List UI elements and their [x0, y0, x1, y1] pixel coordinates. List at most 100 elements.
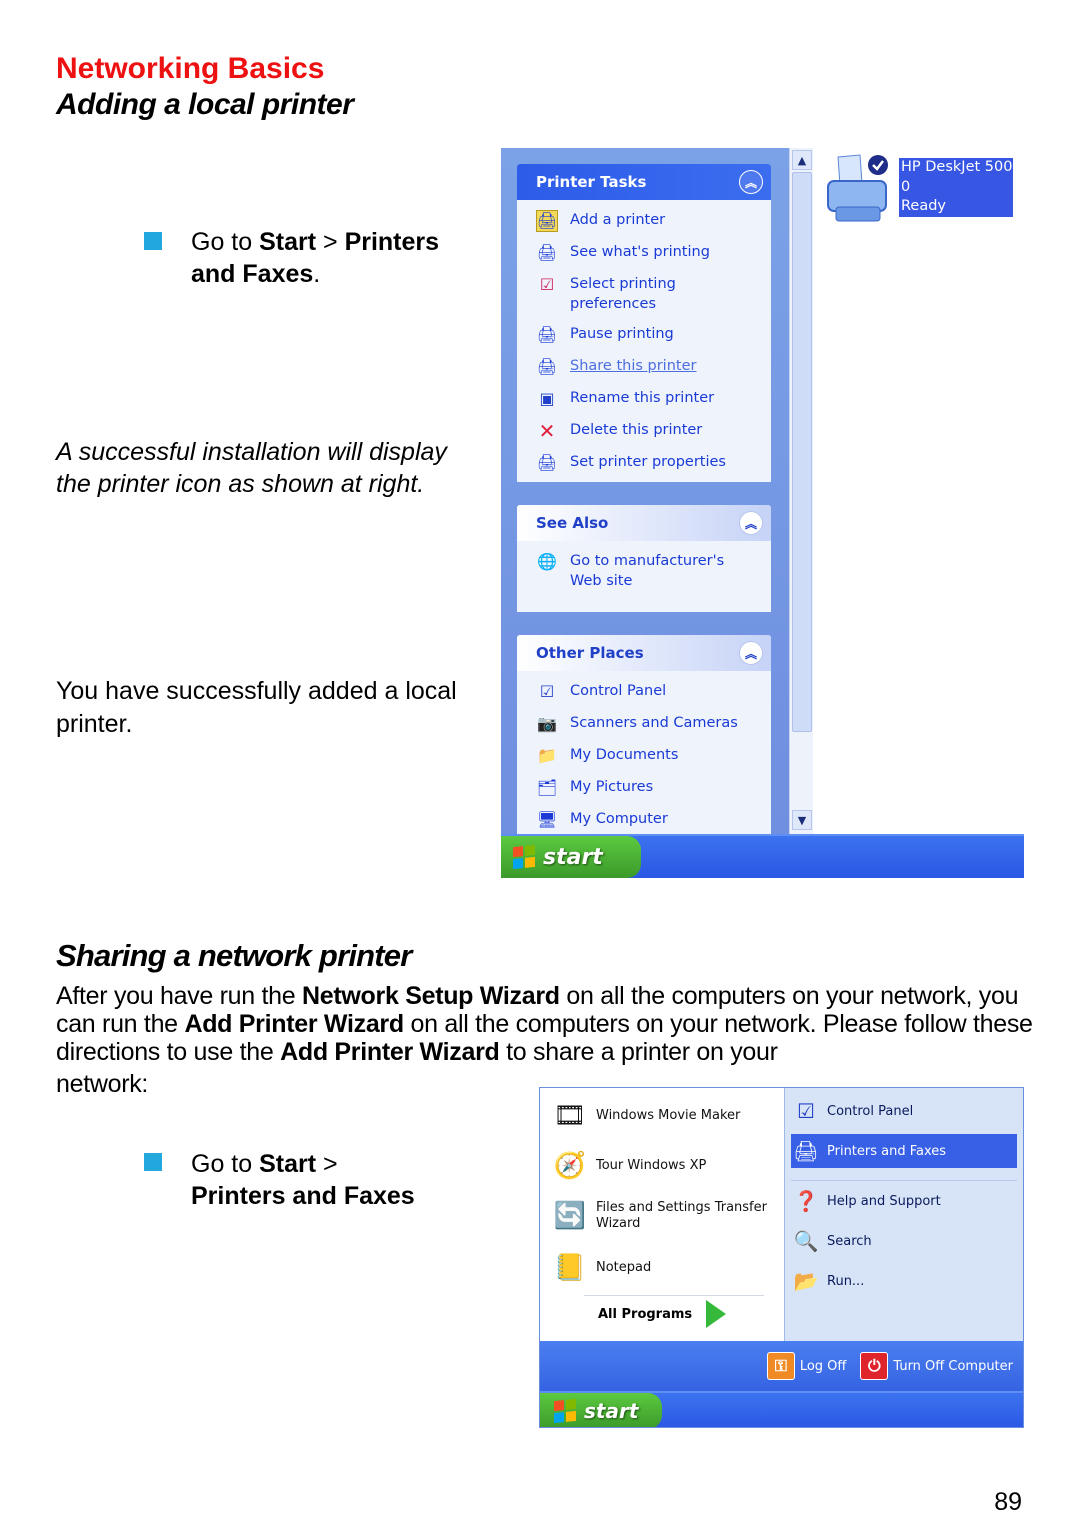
globe-icon: 🌐	[537, 552, 557, 571]
program-tour-xp[interactable]: 🧭 Tour Windows XP	[550, 1146, 707, 1186]
turn-off-button[interactable]: ⏻ Turn Off Computer	[860, 1352, 1013, 1380]
windows-logo-icon	[554, 1398, 576, 1424]
place-scanners-cameras[interactable]: 📷 Scanners and Cameras	[536, 713, 771, 735]
task-label: Pause printing	[570, 326, 674, 342]
task-manufacturer-site[interactable]: 🌐 Go to manufacturer's Web site	[536, 551, 771, 591]
printer-item[interactable]	[826, 153, 896, 231]
step-target-cont: and Faxes	[191, 260, 314, 288]
printer-name: HP DeskJet 500	[901, 159, 1013, 175]
page-number: 89	[994, 1488, 1022, 1516]
task-share-printer[interactable]: 🖨 Share this printer	[536, 356, 771, 378]
menu-label: Control Panel	[827, 1103, 914, 1119]
printers-faxes-screenshot: Printer Tasks ︽ 🖨 Add a printer 🖨 See what…	[501, 148, 1024, 878]
start-label: start	[543, 844, 603, 870]
panel-title: Other Places	[536, 644, 644, 662]
task-label: Select printing preferences	[570, 276, 676, 312]
program-label: Notepad	[596, 1260, 652, 1275]
task-label: Go to manufacturer's Web site	[570, 553, 725, 589]
step-sep: >	[316, 228, 345, 256]
step-instruction: Go to Start > Printers and Faxes.	[191, 226, 481, 290]
section2-paragraph: After you have run the Network Setup Wiz…	[56, 982, 1036, 1098]
printer-tasks-header[interactable]: Printer Tasks ︽	[517, 164, 771, 200]
start-menu-programs: 🎞 Windows Movie Maker 🧭 Tour Windows XP 🔄 F…	[540, 1088, 784, 1341]
collapse-icon[interactable]: ︽	[739, 641, 763, 665]
scroll-thumb[interactable]	[792, 172, 812, 732]
properties-icon: 🖨	[536, 453, 558, 472]
printer-icon: 🖨	[793, 1139, 819, 1163]
section2-title: Sharing a network printer	[56, 938, 412, 973]
transfer-wizard-icon: 🔄	[553, 1201, 587, 1231]
control-panel-icon: ☑	[539, 682, 555, 701]
task-add-printer[interactable]: 🖨 Add a printer	[536, 210, 771, 232]
search-icon: 🔍	[793, 1229, 819, 1253]
all-programs-label: All Programs	[598, 1306, 693, 1322]
program-label: Files and Settings Transfer Wizard	[596, 1200, 767, 1231]
place-label: Scanners and Cameras	[570, 715, 738, 731]
place-my-pictures[interactable]: 🗂 My Pictures	[536, 777, 771, 799]
bullet-square	[144, 232, 162, 250]
key-icon: ⚿	[766, 1352, 795, 1380]
success-message: You have successfully added a local prin…	[56, 677, 457, 738]
windows-logo-icon	[513, 844, 535, 870]
program-label: Windows Movie Maker	[596, 1108, 741, 1123]
menu-label: Search	[827, 1233, 872, 1249]
task-label: Add a printer	[570, 212, 666, 228]
subsection-title: Adding a local printer	[56, 88, 354, 121]
start-button[interactable]: start	[501, 836, 641, 878]
start-menu-screenshot: 🎞 Windows Movie Maker 🧭 Tour Windows XP 🔄 F…	[539, 1087, 1024, 1428]
help-icon: ❓	[793, 1189, 819, 1213]
program-transfer-wizard[interactable]: 🔄 Files and Settings Transfer Wizard	[550, 1196, 780, 1236]
collapse-icon[interactable]: ︽	[739, 511, 763, 535]
computer-icon: 🖥	[536, 810, 558, 829]
menu-run[interactable]: 📂 Run...	[791, 1264, 1017, 1298]
task-delete-printer[interactable]: ✕ Delete this printer	[536, 420, 771, 442]
folder-icon: 📁	[537, 746, 557, 765]
task-printing-preferences[interactable]: ☑ Select printing preferences	[536, 274, 771, 314]
program-movie-maker[interactable]: 🎞 Windows Movie Maker	[550, 1096, 740, 1136]
place-control-panel[interactable]: ☑ Control Panel	[536, 681, 771, 703]
print-queue-icon: 🖨	[536, 243, 558, 262]
task-label: Set printer properties	[570, 454, 726, 470]
step-start: Start	[259, 228, 317, 256]
start-button[interactable]: start	[540, 1393, 662, 1427]
menu-help-support[interactable]: ❓ Help and Support	[791, 1184, 1017, 1218]
other-places-header[interactable]: Other Places ︽	[517, 635, 771, 671]
start-label: start	[584, 1399, 639, 1423]
step-target: Printers and Faxes	[191, 1182, 415, 1210]
menu-control-panel[interactable]: ☑ Control Panel	[791, 1094, 1017, 1128]
task-label: Delete this printer	[570, 422, 703, 438]
scroll-down-icon[interactable]: ▼	[792, 810, 812, 830]
delete-icon: ✕	[538, 419, 556, 443]
step2-instruction: Go to Start > Printers and Faxes	[191, 1148, 481, 1212]
arrow-right-icon	[706, 1300, 727, 1328]
collapse-icon[interactable]: ︽	[739, 170, 763, 194]
turn-off-label: Turn Off Computer	[893, 1358, 1013, 1374]
task-printer-properties[interactable]: 🖨 Set printer properties	[536, 452, 771, 474]
step-text: Go to	[191, 1150, 260, 1178]
printer-label[interactable]: HP DeskJet 500 0 Ready	[899, 158, 1013, 217]
task-rename-printer[interactable]: ▣ Rename this printer	[536, 388, 771, 410]
log-off-button[interactable]: ⚿ Log Off	[766, 1352, 846, 1380]
menu-printers-faxes[interactable]: 🖨 Printers and Faxes	[791, 1134, 1017, 1168]
other-places-panel: Other Places ︽ ☑ Control Panel 📷 Scanners …	[517, 635, 771, 845]
divider	[791, 1180, 1017, 1181]
installation-note: A successful installation will display t…	[56, 438, 447, 498]
program-notepad[interactable]: 📒 Notepad	[550, 1248, 651, 1288]
divider	[584, 1295, 764, 1296]
task-pause-printing[interactable]: 🖨 Pause printing	[536, 324, 771, 346]
start-menu-footer: ⚿ Log Off ⏻ Turn Off Computer	[540, 1341, 1023, 1391]
menu-search[interactable]: 🔍 Search	[791, 1224, 1017, 1258]
task-see-printing[interactable]: 🖨 See what's printing	[536, 242, 771, 264]
power-icon: ⏻	[860, 1352, 889, 1380]
scroll-up-icon[interactable]: ▲	[792, 150, 812, 170]
step-sep: >	[316, 1150, 338, 1178]
place-my-computer[interactable]: 🖥 My Computer	[536, 809, 771, 831]
vertical-scrollbar[interactable]: ▲ ▼	[789, 148, 813, 834]
step-text: Go to	[191, 228, 260, 256]
place-my-documents[interactable]: 📁 My Documents	[536, 745, 771, 767]
see-also-header[interactable]: See Also ︽	[517, 505, 771, 541]
all-programs-button[interactable]: All Programs	[598, 1300, 727, 1328]
taskbar: start	[501, 834, 1024, 878]
program-label: Tour Windows XP	[596, 1158, 707, 1173]
panel-title: Printer Tasks	[536, 173, 647, 191]
